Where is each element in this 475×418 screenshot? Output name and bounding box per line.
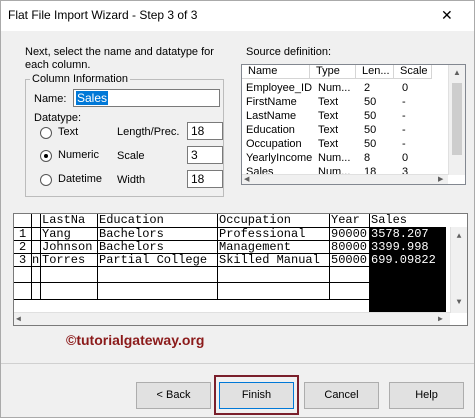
finish-button[interactable]: Finish xyxy=(219,382,294,409)
source-cell: LastName xyxy=(246,110,297,122)
datetime-radio[interactable] xyxy=(40,174,52,186)
width-input[interactable]: 18 xyxy=(187,170,223,188)
grid-header-sales[interactable]: Sales xyxy=(370,214,446,227)
source-cell: 8 xyxy=(364,152,371,164)
scroll-left-icon[interactable]: ◀ xyxy=(244,175,249,183)
close-icon[interactable]: ✕ xyxy=(441,7,453,24)
source-cell: Employee_ID xyxy=(246,82,313,94)
length-input[interactable]: 18 xyxy=(187,122,223,140)
source-cell: Text xyxy=(318,124,339,136)
source-cell: Num... xyxy=(318,152,351,164)
grid-header-occupation[interactable]: Occupation xyxy=(218,214,329,227)
help-button[interactable]: Help xyxy=(389,382,464,409)
source-cell: Text xyxy=(318,110,339,122)
preview-cell: 699.09822 xyxy=(371,254,436,267)
row-number: 2 xyxy=(19,241,27,254)
column-information-legend: Column Information xyxy=(30,73,130,85)
preview-cell: Skilled Manual xyxy=(219,254,320,267)
datatype-label: Datatype: xyxy=(34,112,82,124)
scale-input[interactable]: 3 xyxy=(187,146,223,164)
scroll-left-icon[interactable]: ◀ xyxy=(16,314,21,324)
preview-cell: Johnson xyxy=(42,241,93,254)
width-label: Width xyxy=(117,174,146,186)
grid-header-lastname[interactable]: LastNa xyxy=(41,214,97,227)
preview-cell: Partial College xyxy=(99,254,208,267)
numeric-option-label: Numeric xyxy=(58,149,99,161)
scroll-right-icon[interactable]: ▶ xyxy=(438,175,443,183)
source-cell: 50 xyxy=(364,110,377,122)
source-list-scrollbar[interactable]: ▲ xyxy=(448,65,465,175)
text-option-label: Text xyxy=(58,126,79,138)
grid-header-yearlyincome[interactable]: Year xyxy=(330,214,369,227)
source-list-hscrollbar[interactable]: ◀ ▶ xyxy=(242,174,448,184)
data-preview-grid[interactable]: LastNa Education Occupation Year Sales 1… xyxy=(13,213,468,326)
source-header-type[interactable]: Type xyxy=(310,65,356,79)
scroll-up-icon[interactable]: ▲ xyxy=(449,65,465,81)
column-information-group: Column Information Name: Sales Datatype:… xyxy=(25,73,224,197)
window-title: Flat File Import Wizard - Step 3 of 3 xyxy=(8,8,198,22)
row-number: 3 xyxy=(19,254,27,267)
source-definition-list[interactable]: Name Type Len... Scale Employee_ID Num..… xyxy=(241,64,466,185)
source-cell: Text xyxy=(318,96,339,108)
back-button[interactable]: < Back xyxy=(136,382,211,409)
grid-horizontal-scrollbar[interactable]: ◀ ▶ xyxy=(14,312,450,325)
footer-divider xyxy=(1,363,474,364)
scale-label: Scale xyxy=(117,150,145,162)
text-radio[interactable] xyxy=(40,127,52,139)
name-label: Name: xyxy=(34,93,67,105)
preview-cell: Bachelors xyxy=(99,228,164,241)
cancel-button[interactable]: Cancel xyxy=(304,382,379,409)
grid-vertical-scrollbar[interactable]: ▲ ▼ xyxy=(450,227,467,313)
source-header-scale[interactable]: Scale xyxy=(394,65,432,79)
grid-divider xyxy=(14,299,446,300)
title-bar: Flat File Import Wizard - Step 3 of 3 ✕ xyxy=(1,1,474,31)
source-cell: - xyxy=(402,96,406,108)
site-watermark: ©tutorialgateway.org xyxy=(66,332,205,348)
datetime-option-label: Datetime xyxy=(58,173,103,185)
preview-cell: Professional xyxy=(219,228,306,241)
column-name-value: Sales xyxy=(76,91,109,105)
preview-cell: 3399.998 xyxy=(371,241,429,254)
scroll-right-icon[interactable]: ▶ xyxy=(438,314,443,324)
source-cell: FirstName xyxy=(246,96,297,108)
source-cell: Text xyxy=(318,138,339,150)
source-cell: 50 xyxy=(364,96,377,108)
source-cell: 50 xyxy=(364,124,377,136)
source-definition-label: Source definition: xyxy=(246,46,331,58)
preview-cell: 50000 xyxy=(331,254,368,267)
source-cell: Num... xyxy=(318,82,351,94)
preview-cell: 80000 xyxy=(331,241,368,254)
source-header-length[interactable]: Len... xyxy=(356,65,394,79)
preview-cell: Yang xyxy=(42,228,71,241)
preview-cell: Bachelors xyxy=(99,241,164,254)
source-cell: 50 xyxy=(364,138,377,150)
source-cell: - xyxy=(402,138,406,150)
scroll-up-icon[interactable]: ▲ xyxy=(451,229,467,245)
scroll-down-icon[interactable]: ▼ xyxy=(451,295,467,311)
numeric-radio[interactable] xyxy=(40,150,52,162)
source-header-name[interactable]: Name xyxy=(242,65,310,79)
source-cell: 0 xyxy=(402,82,409,94)
source-cell: - xyxy=(402,110,406,122)
source-cell: Occupation xyxy=(246,138,302,150)
source-cell: 2 xyxy=(364,82,371,94)
source-cell: YearlyIncome xyxy=(246,152,313,164)
preview-cell: 90000 xyxy=(331,228,368,241)
source-cell: 0 xyxy=(402,152,409,164)
grid-header-education[interactable]: Education xyxy=(98,214,217,227)
source-cell: - xyxy=(402,124,406,136)
preview-cell: Torres xyxy=(42,254,86,267)
length-label: Length/Prec. xyxy=(117,126,180,138)
row-number: 1 xyxy=(19,228,27,241)
scroll-thumb[interactable] xyxy=(452,83,462,155)
instructions-text: Next, select the name and datatype for e… xyxy=(25,46,214,71)
column-name-input[interactable]: Sales xyxy=(73,89,220,107)
wizard-window: Flat File Import Wizard - Step 3 of 3 ✕ … xyxy=(0,0,475,418)
row-marker: n xyxy=(32,254,40,267)
preview-cell: Management xyxy=(219,241,292,254)
preview-cell: 3578.207 xyxy=(371,228,429,241)
grid-divider xyxy=(14,282,369,283)
source-cell: Education xyxy=(246,124,295,136)
